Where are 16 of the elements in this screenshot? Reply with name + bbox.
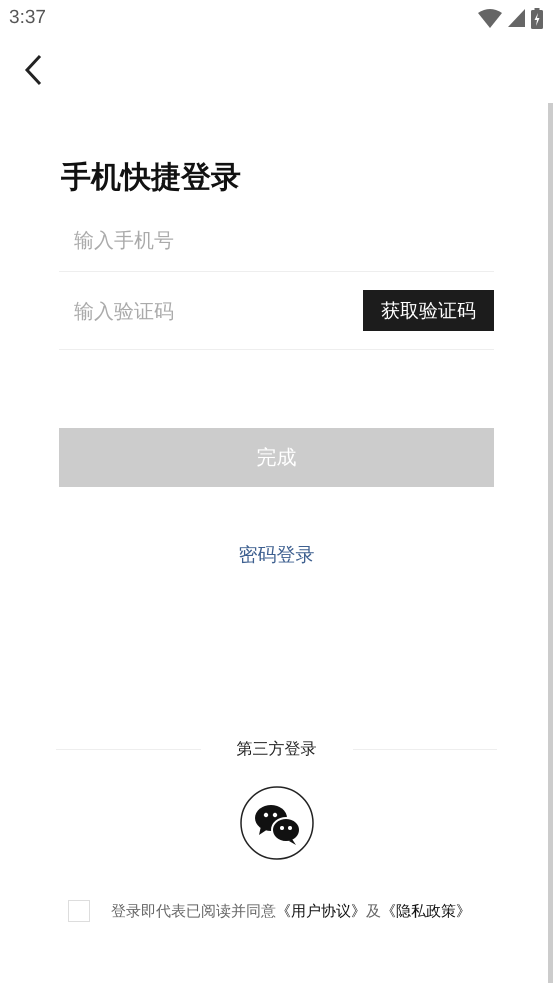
scroll-bar[interactable] bbox=[548, 103, 553, 983]
get-code-button[interactable]: 获取验证码 bbox=[363, 290, 494, 331]
password-login-link[interactable]: 密码登录 bbox=[232, 541, 320, 569]
agreement-text: 登录即代表已阅读并同意《用户协议》及《隐私政策》 bbox=[111, 902, 471, 920]
status-time: 3:37 bbox=[9, 7, 46, 29]
page-title: 手机快捷登录 bbox=[61, 159, 242, 197]
code-input-field[interactable]: 输入验证码 bbox=[59, 298, 363, 322]
third-party-label: 第三方登录 bbox=[236, 739, 316, 760]
chat-bubbles-icon[interactable] bbox=[240, 786, 314, 860]
phone-input-field[interactable]: 输入手机号 bbox=[59, 228, 494, 252]
wifi-icon bbox=[478, 8, 502, 28]
agreement-link[interactable]: 《隐私政策》 bbox=[381, 902, 471, 920]
agree-checkbox[interactable] bbox=[68, 900, 90, 922]
signal-icon bbox=[508, 9, 525, 27]
battery-icon bbox=[531, 8, 543, 28]
agreement-link[interactable]: 《用户协议》 bbox=[276, 902, 366, 920]
